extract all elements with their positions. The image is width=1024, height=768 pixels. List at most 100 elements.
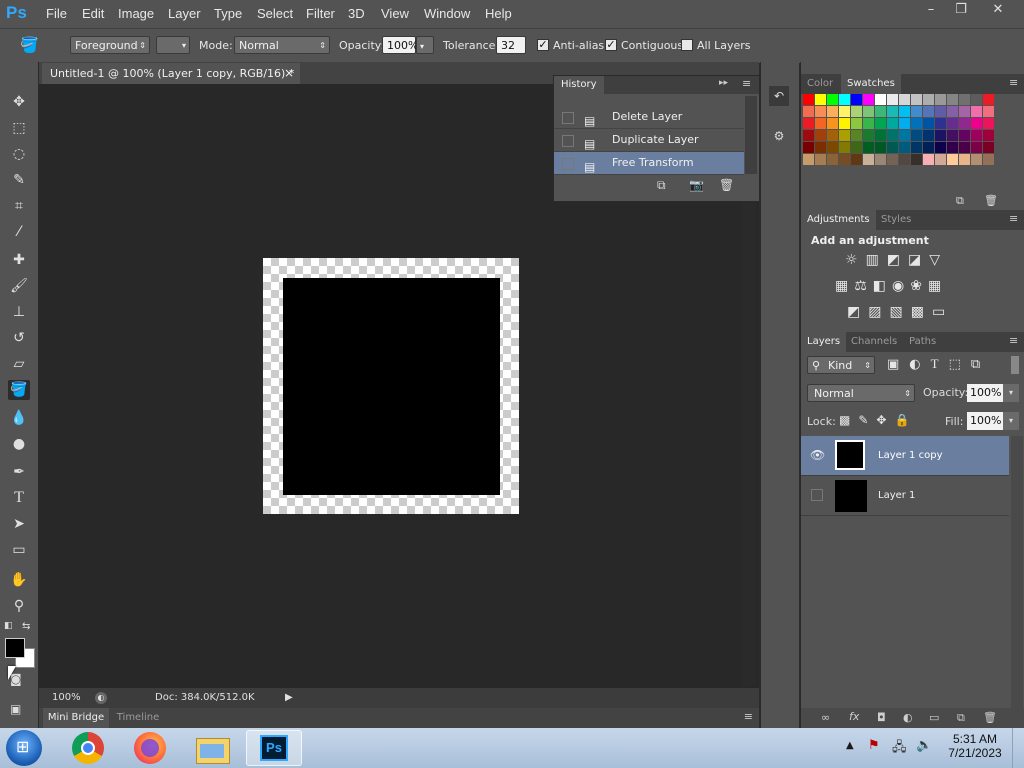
- color-swatch[interactable]: [863, 106, 874, 117]
- color-swatch[interactable]: [935, 94, 946, 105]
- color-swatch[interactable]: [983, 94, 994, 105]
- layers-scrollbar[interactable]: [1011, 436, 1023, 712]
- history-brush-tool-icon[interactable]: ↺: [8, 328, 30, 348]
- menu-edit[interactable]: Edit: [82, 6, 104, 21]
- color-swatch[interactable]: [803, 130, 814, 141]
- menu-view[interactable]: View: [381, 6, 409, 21]
- layer-opacity-input[interactable]: 100%: [967, 384, 1003, 402]
- layer-row-selected[interactable]: 👁 Layer 1 copy: [801, 436, 1009, 476]
- close-button[interactable]: ✕: [980, 0, 1016, 20]
- eyedropper-tool-icon[interactable]: ⁄: [8, 222, 30, 242]
- menu-image[interactable]: Image: [118, 6, 154, 21]
- antialias-checkbox[interactable]: ✓: [537, 39, 549, 51]
- color-swatch[interactable]: [827, 154, 838, 165]
- lasso-tool-icon[interactable]: ◌: [8, 144, 30, 164]
- opacity-input[interactable]: 100%: [382, 36, 418, 54]
- tab-swatches[interactable]: Swatches: [841, 74, 901, 94]
- color-swatch[interactable]: [935, 142, 946, 153]
- color-swatch[interactable]: [827, 130, 838, 141]
- minimize-button[interactable]: –: [916, 0, 946, 20]
- color-balance-icon[interactable]: ⚖: [854, 278, 873, 294]
- trash-icon[interactable]: 🗑: [719, 178, 734, 192]
- menu-file[interactable]: File: [46, 6, 67, 21]
- color-swatch[interactable]: [947, 94, 958, 105]
- blur-tool-icon[interactable]: 💧: [8, 408, 30, 428]
- color-swatch[interactable]: [803, 94, 814, 105]
- color-swatch[interactable]: [983, 118, 994, 129]
- threshold-icon[interactable]: ▧: [889, 304, 910, 320]
- color-swatch[interactable]: [923, 118, 934, 129]
- color-swatch[interactable]: [959, 106, 970, 117]
- marquee-tool-icon[interactable]: ⬚: [8, 118, 30, 138]
- paint-bucket-tool-preset-icon[interactable]: 🪣: [20, 36, 44, 56]
- new-layer-icon[interactable]: ⧉: [957, 711, 965, 725]
- color-swatch[interactable]: [983, 154, 994, 165]
- color-swatch[interactable]: [803, 154, 814, 165]
- color-swatch[interactable]: [887, 142, 898, 153]
- selective-color-icon[interactable]: ▩: [911, 304, 932, 320]
- show-hidden-icons[interactable]: ▲: [846, 740, 854, 751]
- path-selection-tool-icon[interactable]: ➤: [8, 514, 30, 534]
- color-swatch[interactable]: [887, 118, 898, 129]
- color-swatch[interactable]: [875, 106, 886, 117]
- photo-filter-icon[interactable]: ◉: [892, 278, 910, 294]
- color-swatch[interactable]: [971, 94, 982, 105]
- menu-help[interactable]: Help: [485, 6, 512, 21]
- pen-tool-icon[interactable]: ✒: [8, 462, 30, 482]
- system-clock[interactable]: 5:31 AM 7/21/2023: [944, 732, 1006, 760]
- color-swatch[interactable]: [851, 94, 862, 105]
- hue-saturation-icon[interactable]: ▦: [835, 278, 854, 294]
- color-swatch[interactable]: [815, 94, 826, 105]
- document-tab[interactable]: Untitled-1 @ 100% (Layer 1 copy, RGB/16)…: [42, 63, 300, 84]
- color-swatch[interactable]: [911, 154, 922, 165]
- status-info-icon[interactable]: ◐: [95, 692, 107, 704]
- color-swatch[interactable]: [911, 94, 922, 105]
- color-swatch[interactable]: [983, 106, 994, 117]
- color-swatch[interactable]: [899, 94, 910, 105]
- history-item-selected[interactable]: ▤ Free Transform: [554, 152, 744, 175]
- color-swatch[interactable]: [887, 130, 898, 141]
- tab-color[interactable]: Color: [801, 74, 839, 94]
- zoom-level[interactable]: 100%: [52, 688, 81, 708]
- layer-filter-kind-select[interactable]: ⚲ Kind ⇕: [807, 356, 875, 374]
- color-swatch[interactable]: [803, 118, 814, 129]
- color-swatch[interactable]: [947, 118, 958, 129]
- tab-styles[interactable]: Styles: [875, 210, 917, 230]
- menu-window[interactable]: Window: [424, 6, 470, 21]
- color-swatch[interactable]: [959, 94, 970, 105]
- history-brush-source-checkbox[interactable]: [562, 135, 574, 147]
- color-swatch[interactable]: [935, 106, 946, 117]
- history-panel-icon[interactable]: ↶: [769, 86, 789, 106]
- history-tab[interactable]: History: [554, 76, 604, 94]
- invert-icon[interactable]: ◩: [847, 304, 868, 320]
- color-swatch[interactable]: [971, 130, 982, 141]
- color-swatch[interactable]: [923, 130, 934, 141]
- color-swatch[interactable]: [863, 94, 874, 105]
- color-swatch[interactable]: [851, 130, 862, 141]
- paint-bucket-tool-icon[interactable]: 🪣: [8, 380, 30, 400]
- smart-object-filter-icon[interactable]: ⧉: [971, 357, 990, 372]
- layer-name[interactable]: Layer 1: [878, 490, 915, 501]
- color-swatch[interactable]: [851, 118, 862, 129]
- fill-source-select[interactable]: Foreground ⇕: [70, 36, 150, 54]
- color-swatch[interactable]: [839, 142, 850, 153]
- actions-panel-icon[interactable]: ⚙: [769, 126, 789, 146]
- color-swatch[interactable]: [959, 118, 970, 129]
- blend-mode-select[interactable]: Normal ⇕: [807, 384, 915, 402]
- rectangle-tool-icon[interactable]: ▭: [8, 540, 30, 560]
- status-menu-arrow-icon[interactable]: ▶: [285, 688, 293, 708]
- color-swatch[interactable]: [935, 118, 946, 129]
- type-tool-icon[interactable]: T: [8, 488, 30, 508]
- color-swatch[interactable]: [887, 94, 898, 105]
- trash-icon[interactable]: 🗑: [983, 711, 997, 724]
- lock-image-icon[interactable]: ✎: [858, 413, 876, 427]
- document-close-icon[interactable]: ×: [284, 63, 294, 84]
- color-swatch[interactable]: [947, 142, 958, 153]
- color-swatch[interactable]: [815, 142, 826, 153]
- color-swatch[interactable]: [827, 118, 838, 129]
- color-swatch[interactable]: [971, 142, 982, 153]
- network-icon[interactable]: 🖧: [892, 738, 907, 760]
- volume-icon[interactable]: 🔈: [916, 738, 932, 753]
- color-swatch[interactable]: [827, 106, 838, 117]
- all-layers-checkbox[interactable]: [681, 39, 693, 51]
